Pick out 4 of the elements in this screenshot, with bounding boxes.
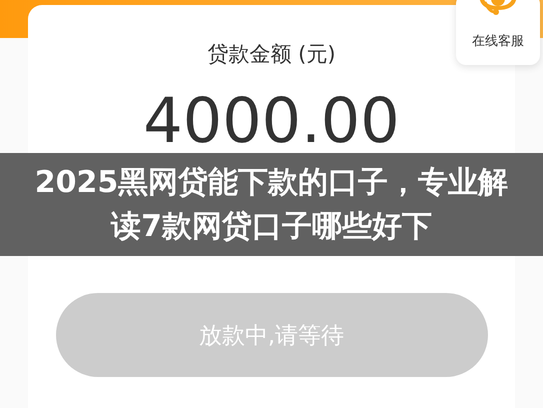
loan-amount: 4000.00 xyxy=(143,90,400,152)
customer-service-button[interactable]: 在线客服 xyxy=(456,0,540,65)
loan-amount-label: 贷款金额 (元) xyxy=(207,41,336,68)
headline: 2025黑网贷能下款的口子，专业解读7款网贷口子哪些好下 xyxy=(34,164,510,246)
